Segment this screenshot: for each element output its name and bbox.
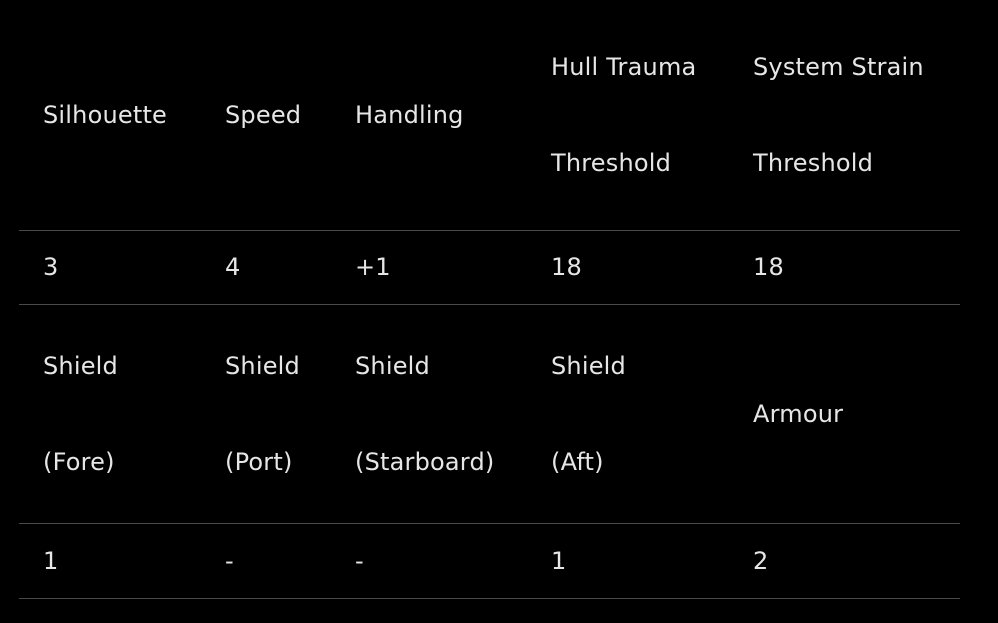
- header-label-line-1: System Strain: [753, 53, 924, 81]
- header-cell-speed: Speed: [225, 0, 355, 230]
- header-cell-shield-aft: Shield (Aft): [551, 305, 753, 523]
- header-label-line-1: Shield: [43, 352, 118, 380]
- header-label-line-1: Shield: [355, 352, 430, 380]
- value-cell-speed: 4: [225, 231, 355, 304]
- header-cell-shield-port: Shield (Port): [225, 305, 355, 523]
- value-cell-system-strain-threshold: 18: [753, 231, 960, 304]
- ship-stats-table: Silhouette Speed Handling Hull Trauma Th…: [19, 0, 960, 599]
- value-cell-hull-trauma-threshold: 18: [551, 231, 753, 304]
- cell-value: 18: [753, 253, 784, 281]
- header-cell-shield-fore: Shield (Fore): [43, 305, 225, 523]
- cell-value: -: [225, 546, 234, 575]
- header-row-1: Silhouette Speed Handling Hull Trauma Th…: [19, 0, 960, 231]
- header-cell-hull-trauma-threshold: Hull Trauma Threshold: [551, 0, 753, 230]
- value-cell-silhouette: 3: [43, 231, 225, 304]
- header-row-2: Shield (Fore) Shield (Port) Shield (Star…: [19, 305, 960, 524]
- cell-value: 1: [551, 546, 567, 575]
- header-label: Speed: [225, 101, 302, 129]
- header-cell-system-strain-threshold: System Strain Threshold: [753, 0, 960, 230]
- header-label: Armour: [753, 400, 844, 428]
- header-cell-silhouette: Silhouette: [43, 0, 225, 230]
- header-label-line-2: Threshold: [753, 149, 874, 177]
- value-cell-shield-aft: 1: [551, 524, 753, 598]
- header-label: Handling: [355, 101, 464, 129]
- cell-value: -: [355, 546, 364, 575]
- header-cell-armour: Armour: [753, 305, 960, 523]
- header-cell-handling: Handling: [355, 0, 551, 230]
- cell-value: 18: [551, 253, 582, 281]
- header-label-line-2: (Fore): [43, 448, 115, 476]
- value-cell-shield-fore: 1: [43, 524, 225, 598]
- cell-value: 4: [225, 253, 241, 281]
- header-label-line-1: Shield: [225, 352, 300, 380]
- header-label-line-2: (Starboard): [355, 448, 495, 476]
- header-label-line-2: (Port): [225, 448, 293, 476]
- value-cell-handling: +1: [355, 231, 551, 304]
- header-label: Silhouette: [43, 101, 168, 129]
- value-cell-shield-starboard: -: [355, 524, 551, 598]
- cell-value: +1: [355, 253, 391, 281]
- header-cell-shield-starboard: Shield (Starboard): [355, 305, 551, 523]
- values-row-1: 3 4 +1 18 18: [19, 231, 960, 305]
- header-label-line-1: Hull Trauma: [551, 53, 697, 81]
- value-cell-armour: 2: [753, 524, 960, 598]
- values-row-2: 1 - - 1 2: [19, 524, 960, 599]
- header-label-line-1: Shield: [551, 352, 626, 380]
- cell-value: 3: [43, 253, 59, 281]
- header-label-line-2: Threshold: [551, 149, 672, 177]
- header-label-line-2: (Aft): [551, 448, 604, 476]
- cell-value: 2: [753, 546, 769, 575]
- value-cell-shield-port: -: [225, 524, 355, 598]
- cell-value: 1: [43, 546, 59, 575]
